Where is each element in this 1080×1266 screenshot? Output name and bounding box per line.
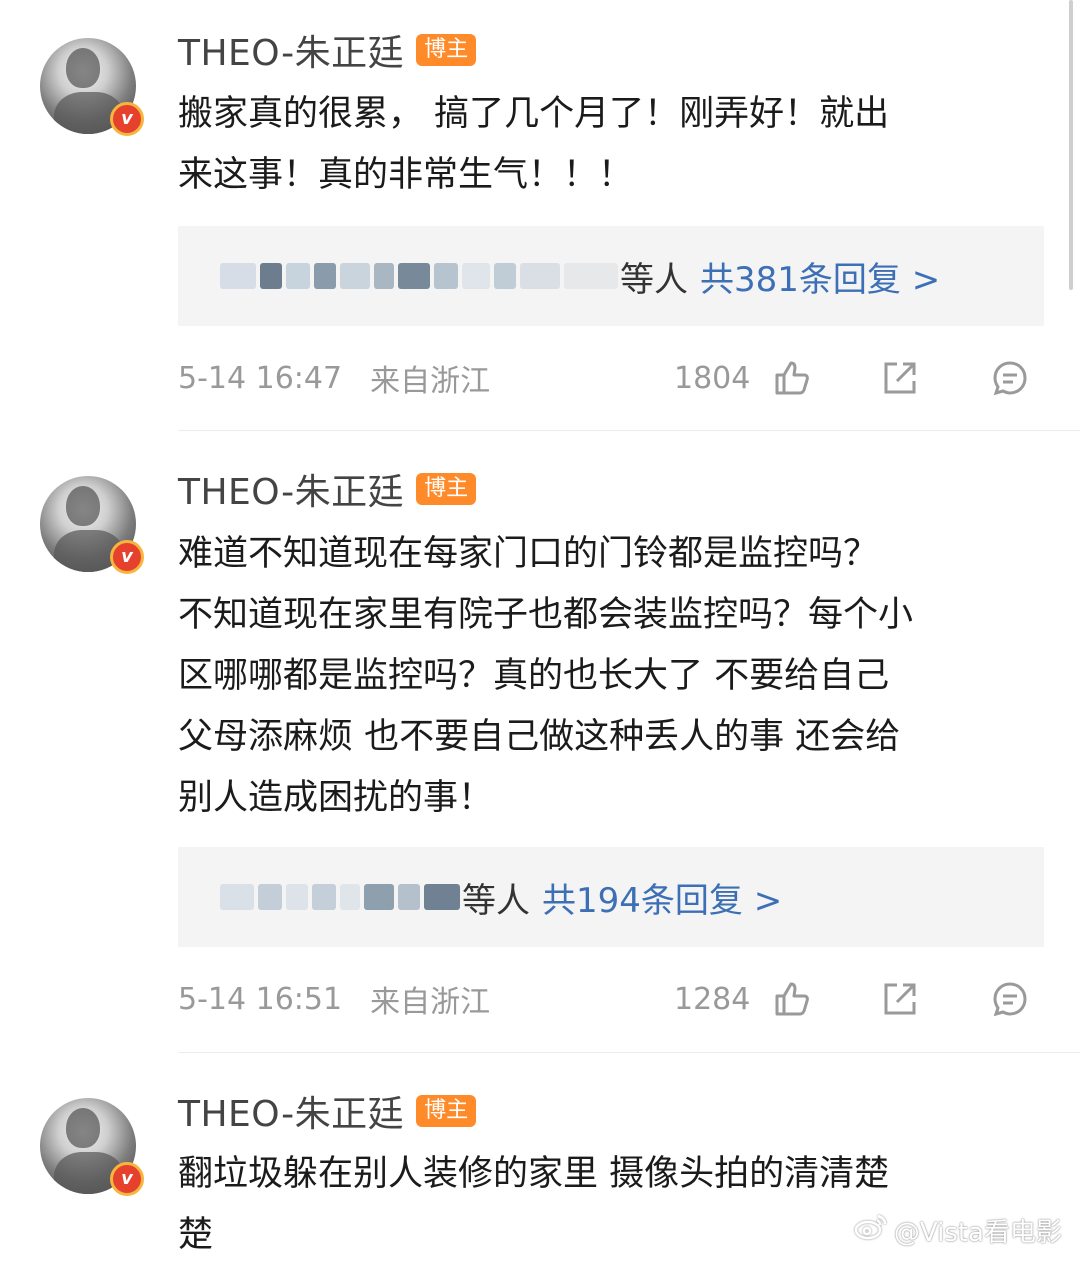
author-name[interactable]: THEO-朱正廷 [178,463,404,515]
replies-preview[interactable]: 等人 共194条回复 > [178,847,1044,947]
comment-location: 来自浙江 [370,985,491,1020]
author-tag: 博主 [416,473,477,505]
comment-text-line: 父母添麻烦 也不要自己做这种丢人的事 还会给 [178,717,901,757]
scrollbar-thumb[interactable] [1069,0,1073,290]
comment-meta: 5-14 16:51 来自浙江 1284 [178,979,1044,1020]
author-row: THEO-朱正廷 博主 [178,1089,477,1135]
comment-text: 搬家真的很累， 搞了几个月了！刚弄好！就出 来这事！真的非常生气！！！ [178,84,1048,206]
view-replies-link[interactable]: 共381条回复 > [700,252,940,301]
thumbs-up-icon[interactable] [772,358,812,398]
scrollbar[interactable] [1068,0,1074,290]
watermark-text: @Vista看电影 [893,1218,1062,1248]
comment-text-line: 来这事！真的非常生气！！！ [178,155,634,195]
author-tag: 博主 [416,1095,477,1127]
comment-text-line: 翻垃圾躲在别人装修的家里 摄像头拍的清清楚 [178,1154,890,1194]
divider [178,1052,1080,1053]
verified-badge-icon: v [110,102,144,136]
comment-text: 难道不知道现在每家门口的门铃都是监控吗？ 不知道现在家里有院子也都会装监控吗？每… [178,524,1048,829]
verified-badge-icon: v [110,1162,144,1196]
author-name[interactable]: THEO-朱正廷 [178,1085,404,1137]
like-count: 1804 [674,360,751,396]
blurred-usernames [220,263,618,289]
comment-icon[interactable] [990,358,1030,398]
comment-meta: 5-14 16:47 来自浙江 1804 [178,358,1044,399]
blurred-usernames [220,884,460,910]
watermark: @Vista看电影 [854,1212,1062,1249]
author-name[interactable]: THEO-朱正廷 [178,24,404,76]
replies-tail: 等人 [620,259,688,300]
comment-time: 5-14 16:47 [178,360,343,396]
share-icon[interactable] [880,358,920,398]
replies-tail: 等人 [462,880,530,921]
author-row: THEO-朱正廷 博主 [178,28,477,74]
like-count: 1284 [674,981,751,1017]
divider [178,430,1080,431]
comment-icon[interactable] [990,979,1030,1019]
thumbs-up-icon[interactable] [772,979,812,1019]
avatar[interactable]: v [40,476,144,574]
author-tag: 博主 [416,34,477,66]
share-icon[interactable] [880,979,920,1019]
comment-location: 来自浙江 [370,364,491,399]
avatar[interactable]: v [40,38,144,136]
verified-badge-icon: v [110,540,144,574]
comment-text-line: 区哪哪都是监控吗？真的也长大了 不要给自己 [178,656,890,696]
comment-time: 5-14 16:51 [178,981,343,1017]
comment-text-line: 别人造成困扰的事！ [178,778,494,818]
weibo-logo-icon [854,1213,888,1248]
avatar[interactable]: v [40,1098,144,1196]
author-row: THEO-朱正廷 博主 [178,467,477,513]
comment-text-line: 搬家真的很累， 搞了几个月了！刚弄好！就出 [178,94,890,134]
comment-text-line: 难道不知道现在每家门口的门铃都是监控吗？ [178,534,879,574]
view-replies-link[interactable]: 共194条回复 > [542,873,782,922]
replies-preview[interactable]: 等人 共381条回复 > [178,226,1044,326]
comment-text-line: 不知道现在家里有院子也都会装监控吗？每个小 [178,595,914,635]
